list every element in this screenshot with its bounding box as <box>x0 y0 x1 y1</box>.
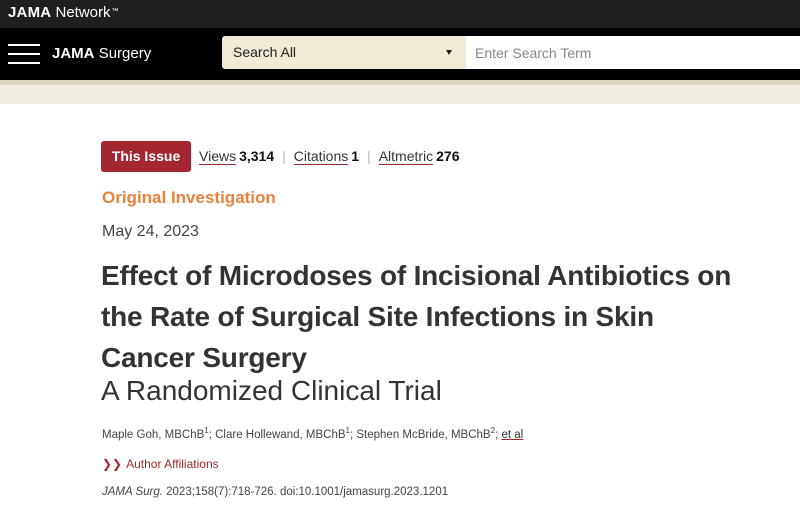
altmetric-metric[interactable]: Altmetric 276 <box>379 148 460 164</box>
author-affiliations-label: Author Affiliations <box>126 457 219 471</box>
jama-surgery-logo[interactable]: JAMA Surgery <box>52 44 151 64</box>
menu-line <box>8 53 40 55</box>
citations-value: 1 <box>351 148 360 164</box>
author-separator: ; <box>349 429 354 441</box>
author-separator: ; <box>208 429 212 441</box>
hamburger-menu-icon[interactable] <box>8 44 40 64</box>
journal-header: JAMA Surgery Search All <box>0 28 800 80</box>
journal-logo-brand: JAMA <box>52 45 95 62</box>
altmetric-label: Altmetric <box>378 148 434 164</box>
et-al-link[interactable]: et al <box>501 429 523 441</box>
author-name[interactable]: Stephen McBride, MBChB <box>356 429 490 441</box>
publication-date: May 24, 2023 <box>102 223 199 240</box>
author-name[interactable]: Maple Goh, MBChB <box>102 429 204 441</box>
article-category[interactable]: Original Investigation <box>102 188 276 208</box>
journal-logo-sub: Surgery <box>98 45 152 62</box>
this-issue-button[interactable]: This Issue <box>101 141 191 172</box>
citation-journal: JAMA Surg. <box>102 486 163 498</box>
article-title: Effect of Microdoses of Incisional Antib… <box>101 260 732 373</box>
network-bar: JAMA Network™ <box>0 0 800 28</box>
search-input[interactable] <box>466 36 800 69</box>
network-logo-sub: Network <box>55 4 111 21</box>
header-divider-accent <box>0 80 800 85</box>
author-affiliations-toggle[interactable]: ❯❯ Author Affiliations <box>102 457 219 472</box>
article-citation: JAMA Surg. 2023;158(7):718-726. doi:10.1… <box>102 485 448 500</box>
menu-line <box>8 44 40 46</box>
views-metric[interactable]: Views 3,314 <box>199 148 274 164</box>
author-separator: ; <box>495 429 499 441</box>
article-subtitle: A Randomized Clinical Trial <box>101 375 442 406</box>
network-logo-brand: JAMA <box>8 4 52 21</box>
search-scope-select[interactable]: Search All <box>222 36 466 69</box>
citations-metric[interactable]: Citations 1 <box>294 148 359 164</box>
citation-details: 2023;158(7):718-726. doi:10.1001/jamasur… <box>166 486 449 498</box>
article-metrics: Views 3,314 | Citations 1 | Altmetric 276 <box>199 148 460 165</box>
citations-label: Citations <box>293 148 349 164</box>
double-chevron-right-icon: ❯❯ <box>102 457 123 471</box>
altmetric-value: 276 <box>436 148 460 164</box>
menu-line <box>8 62 40 64</box>
search-scope-label: Search All <box>233 44 297 60</box>
jama-network-logo[interactable]: JAMA Network™ <box>8 4 119 22</box>
metric-separator: | <box>282 148 286 164</box>
author-list: Maple Goh, MBChB1; Clare Hollewand, MBCh… <box>102 427 523 443</box>
trademark-symbol: ™ <box>111 8 119 15</box>
caret-down-icon <box>446 50 452 55</box>
views-value: 3,314 <box>239 148 275 164</box>
metric-separator: | <box>367 148 371 164</box>
views-label: Views <box>199 148 237 164</box>
author-name[interactable]: Clare Hollewand, MBChB <box>215 429 345 441</box>
